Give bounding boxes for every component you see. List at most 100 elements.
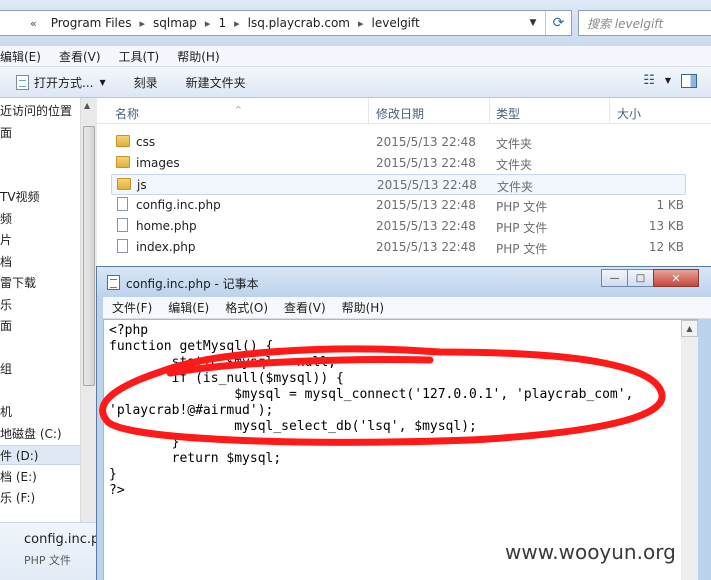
column-header-type[interactable]: 类型 xyxy=(496,105,520,122)
code-line: 'playcrab!@#airmud'); xyxy=(109,403,274,418)
file-row[interactable]: index.php 2015/5/13 22:48 PHP 文件 12 KB xyxy=(111,237,686,258)
nav-item[interactable]: 雷下载 xyxy=(0,273,36,293)
nav-item[interactable]: 片 xyxy=(0,230,12,250)
column-header-row: ^ 名称 修改日期 类型 大小 xyxy=(97,98,711,124)
notepad-scrollbar[interactable]: ▲ xyxy=(681,319,698,580)
nav-item[interactable]: 面 xyxy=(0,316,12,336)
file-name: config.inc.php xyxy=(136,198,221,212)
file-date: 2015/5/13 22:48 xyxy=(376,240,476,254)
document-icon xyxy=(16,74,29,90)
new-folder-button[interactable]: 新建文件夹 xyxy=(172,74,260,91)
file-row[interactable]: home.php 2015/5/13 22:48 PHP 文件 13 KB xyxy=(111,216,686,237)
code-line: function getMysql() { xyxy=(109,339,274,354)
file-size: 1 KB xyxy=(656,198,684,212)
file-icon xyxy=(117,239,128,253)
maximize-button[interactable]: □ xyxy=(627,269,654,287)
preview-pane-icon[interactable] xyxy=(681,73,697,88)
nav-item[interactable]: 组 xyxy=(0,359,12,379)
notepad-title-bar[interactable]: config.inc.php - 记事本 — □ ✕ xyxy=(97,267,711,297)
file-date: 2015/5/13 22:48 xyxy=(377,178,477,192)
burn-button[interactable]: 刻录 xyxy=(120,74,172,91)
nav-scroll-thumb[interactable] xyxy=(83,126,95,386)
column-divider[interactable] xyxy=(489,98,490,124)
breadcrumb-item[interactable]: 1 xyxy=(210,16,234,30)
refresh-icon[interactable]: ⟳ xyxy=(545,11,571,35)
notepad-icon xyxy=(107,275,120,290)
column-divider[interactable] xyxy=(368,98,369,124)
file-name: home.php xyxy=(136,219,197,233)
watermark: www.wooyun.org xyxy=(505,540,676,564)
file-name: css xyxy=(136,135,156,149)
file-name: images xyxy=(136,156,180,170)
file-row[interactable]: config.inc.php 2015/5/13 22:48 PHP 文件 1 KB xyxy=(111,195,686,216)
nav-item[interactable]: 机 xyxy=(0,402,12,422)
file-row[interactable]: images 2015/5/13 22:48 文件夹 xyxy=(111,153,686,174)
breadcrumb-item[interactable]: levelgift xyxy=(364,16,428,30)
breadcrumb-item[interactable]: Program Files xyxy=(43,16,140,30)
breadcrumb-item[interactable]: lsq.playcrab.com xyxy=(240,16,358,30)
address-bar[interactable]: « Program Files ▸ sqlmap ▸ 1 ▸ lsq.playcrab.co… xyxy=(0,10,572,36)
view-dropdown-icon[interactable]: ▼ xyxy=(665,76,671,85)
view-options-icon[interactable]: ☷ xyxy=(643,73,655,88)
scroll-up-icon[interactable]: ▲ xyxy=(681,320,698,337)
column-header-name[interactable]: 名称 xyxy=(115,105,139,122)
file-type: PHP 文件 xyxy=(496,221,548,235)
open-with-button[interactable]: 打开方式... ▼ xyxy=(0,74,120,91)
breadcrumb-overflow-icon[interactable]: « xyxy=(30,17,37,30)
burn-label: 刻录 xyxy=(133,75,158,90)
file-size: 13 KB xyxy=(648,219,684,233)
close-button[interactable]: ✕ xyxy=(653,269,699,287)
code-line: if (is_null($mysql)) { xyxy=(109,371,344,386)
file-row[interactable]: js 2015/5/13 22:48 文件夹 xyxy=(111,174,686,195)
breadcrumb-item[interactable]: sqlmap xyxy=(145,16,205,30)
chevron-down-icon: ▼ xyxy=(99,77,106,87)
file-row[interactable]: css 2015/5/13 22:48 文件夹 xyxy=(111,132,686,153)
file-icon xyxy=(117,197,128,211)
code-line: <?php xyxy=(109,323,149,338)
nav-item[interactable]: 面 xyxy=(0,123,12,143)
code-line: $mysql = mysql_connect('127.0.0.1', 'pla… xyxy=(109,387,634,402)
nav-item[interactable]: 乐 (F:) xyxy=(0,488,35,508)
folder-icon xyxy=(117,178,131,190)
folder-icon xyxy=(116,156,130,168)
open-with-label: 打开方式... xyxy=(34,75,94,90)
menu-item[interactable]: 帮助(H) xyxy=(169,48,229,65)
file-type: 文件夹 xyxy=(496,158,533,172)
scroll-up-icon[interactable]: ▲ xyxy=(84,101,90,110)
menu-item[interactable]: 查看(V) xyxy=(51,48,111,65)
notepad-menu-item[interactable]: 查看(V) xyxy=(275,299,333,316)
code-line: mysql_select_db('lsq', $mysql); xyxy=(109,419,477,434)
notepad-menu-item[interactable]: 编辑(E) xyxy=(159,299,216,316)
nav-item[interactable]: 乐 xyxy=(0,295,12,315)
file-type: PHP 文件 xyxy=(496,200,548,214)
menu-item[interactable]: 编辑(E) xyxy=(0,48,51,65)
nav-item[interactable]: 频 xyxy=(0,209,12,229)
toolbar: 打开方式... ▼ 刻录 新建文件夹 ☷ ▼ xyxy=(0,67,711,98)
toolbar-right: ☷ ▼ xyxy=(643,73,697,88)
folder-icon xyxy=(116,135,130,147)
nav-item[interactable]: 地磁盘 (C:) xyxy=(0,424,62,444)
notepad-menu-item[interactable]: 格式(O) xyxy=(216,299,275,316)
notepad-menu-item[interactable]: 文件(F) xyxy=(103,299,159,316)
column-divider[interactable] xyxy=(609,98,610,124)
nav-item[interactable]: 档 xyxy=(0,252,12,272)
column-header-size[interactable]: 大小 xyxy=(617,105,641,122)
code-line: static $mysql = null; xyxy=(109,355,336,370)
nav-item[interactable]: 近访问的位置 xyxy=(0,101,72,121)
nav-item[interactable]: 件 (D:) xyxy=(0,445,80,465)
notepad-window: config.inc.php - 记事本 — □ ✕ 文件(F) 编辑(E) 格式(… xyxy=(96,266,711,580)
address-dropdown-icon[interactable]: ▼ xyxy=(525,11,541,35)
menu-bar: 编辑(E) 查看(V) 工具(T) 帮助(H) xyxy=(0,46,711,67)
minimize-button[interactable]: — xyxy=(601,269,628,287)
code-line: } xyxy=(109,467,117,482)
notepad-frame-edge xyxy=(698,319,711,580)
nav-item[interactable]: 档 (E:) xyxy=(0,467,37,487)
code-text: <?php function getMysql() { static $mysql… xyxy=(109,323,633,499)
file-name: js xyxy=(137,178,147,192)
nav-scrollbar[interactable]: ▲ xyxy=(80,98,97,522)
column-header-modified[interactable]: 修改日期 xyxy=(376,105,424,122)
search-input[interactable]: 搜索 levelgift xyxy=(578,10,711,36)
nav-item[interactable]: TV视频 xyxy=(0,187,40,207)
notepad-menu-item[interactable]: 帮助(H) xyxy=(333,299,391,316)
menu-item[interactable]: 工具(T) xyxy=(111,48,170,65)
